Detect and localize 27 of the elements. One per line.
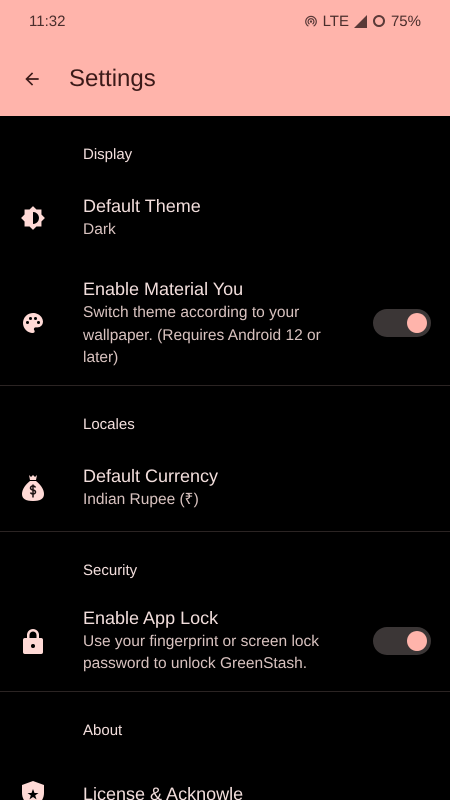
signal-icon [354,14,367,28]
section-header: About [83,720,124,740]
hotspot-icon [304,14,318,28]
screen-title: Settings [69,65,156,93]
status-time: 11:32 [29,12,66,30]
brightness-icon [20,205,46,231]
setting-title[interactable]: License & Acknowle [83,782,450,800]
setting-title[interactable]: Enable App Lock [83,606,345,630]
battery-ring-icon [372,14,386,28]
toggle-switch[interactable] [373,309,431,338]
network-label: LTE [322,12,349,30]
section-header: Security [83,560,138,580]
setting-summary: Dark [83,220,117,240]
section-header: Display [83,145,134,165]
setting-title[interactable]: Default Currency [83,464,450,488]
toggle-switch[interactable] [373,626,431,654]
battery-percent: 75% [390,12,421,30]
setting-title[interactable]: Default Theme [83,194,450,218]
setting-summary: Switch theme according to your wallpaper. (Requires Android 12 or later) [83,303,322,368]
setting-summary: Indian Rupee (₹) [83,490,200,510]
money-bag-icon [21,474,45,502]
lock-icon [23,628,43,654]
shield-star-icon [22,780,44,800]
section-header: Locales [83,414,136,434]
palette-icon [21,311,45,336]
setting-title[interactable]: Enable Material You [83,277,345,301]
setting-summary: Use your fingerprint or screen lock password to unlock GreenStash. [83,632,320,674]
